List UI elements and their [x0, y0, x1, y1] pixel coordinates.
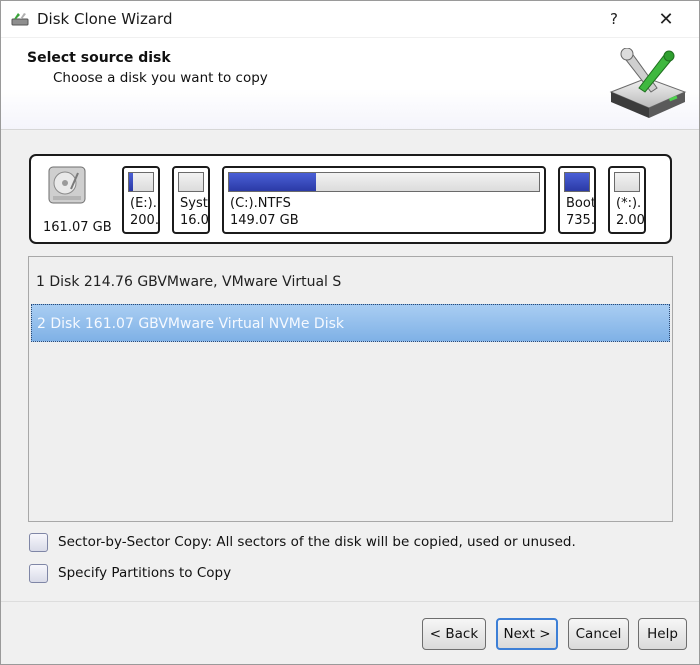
partition-size: 149.07 GB [230, 213, 299, 228]
sector-by-sector-label[interactable]: Sector-by-Sector Copy: All sectors of th… [58, 534, 576, 550]
partition-e[interactable]: (E:). 200.0 [122, 166, 160, 234]
partition-usage-bar [614, 172, 640, 192]
window-title: Disk Clone Wizard [37, 10, 173, 28]
back-button[interactable]: < Back [422, 618, 486, 650]
partition-label: Syste [180, 196, 208, 211]
partition-label: (C:).NTFS [230, 196, 291, 211]
wizard-header: Select source disk Choose a disk you wan… [1, 37, 699, 130]
disk-list[interactable]: 1 Disk 214.76 GBVMware, VMware Virtual S… [28, 256, 673, 522]
partition-usage-fill [565, 173, 589, 191]
disk-tools-icon [609, 48, 687, 118]
page-subtitle: Choose a disk you want to copy [53, 70, 268, 86]
partition-label: (*:). [616, 196, 642, 211]
disk-list-item[interactable]: 1 Disk 214.76 GBVMware, VMware Virtual S [31, 263, 670, 301]
partition-usage-bar [564, 172, 590, 192]
partition-usage-bar [128, 172, 154, 192]
help-title-button[interactable]: ? [591, 1, 637, 37]
partition-usage-fill [229, 173, 316, 191]
next-button[interactable]: Next > [496, 618, 558, 650]
app-icon [11, 13, 29, 26]
partition-size: 2.00 [616, 213, 645, 228]
hard-disk-icon [48, 166, 86, 204]
page-title: Select source disk [27, 50, 171, 66]
partition-size: 200.0 [130, 213, 159, 228]
help-button[interactable]: Help [638, 618, 687, 650]
specify-partitions-checkbox[interactable] [29, 564, 48, 583]
sector-by-sector-checkbox[interactable] [29, 533, 48, 552]
partition-usage-bar [228, 172, 540, 192]
cancel-button[interactable]: Cancel [568, 618, 629, 650]
header-divider [1, 129, 699, 131]
partition-label: Boot [566, 196, 596, 211]
partition-boot[interactable]: Boot 735.0 [558, 166, 596, 234]
partition-size: 16.00 [180, 213, 209, 228]
title-bar: Disk Clone Wizard ? ✕ [1, 1, 699, 37]
footer-divider [1, 601, 699, 602]
partition-system[interactable]: Syste 16.00 [172, 166, 210, 234]
partition-usage-fill [129, 173, 133, 191]
partition-size: 735.0 [566, 213, 595, 228]
partition-label: (E:). [130, 196, 157, 211]
partition-unallocated[interactable]: (*:). 2.00 [608, 166, 646, 234]
disk-size: 161.07 GB [43, 220, 112, 235]
partition-c[interactable]: (C:).NTFS 149.07 GB [222, 166, 546, 234]
partition-usage-bar [178, 172, 204, 192]
close-button[interactable]: ✕ [643, 1, 689, 37]
disk-clone-window: Disk Clone Wizard ? ✕ Select source disk… [0, 0, 700, 665]
specify-partitions-label[interactable]: Specify Partitions to Copy [58, 565, 231, 581]
disk-list-item-selected[interactable]: 2 Disk 161.07 GBVMware Virtual NVMe Disk [31, 304, 670, 342]
disk-map[interactable]: 161.07 GB (E:). 200.0 Syste 16.00 (C:).N… [29, 154, 672, 244]
